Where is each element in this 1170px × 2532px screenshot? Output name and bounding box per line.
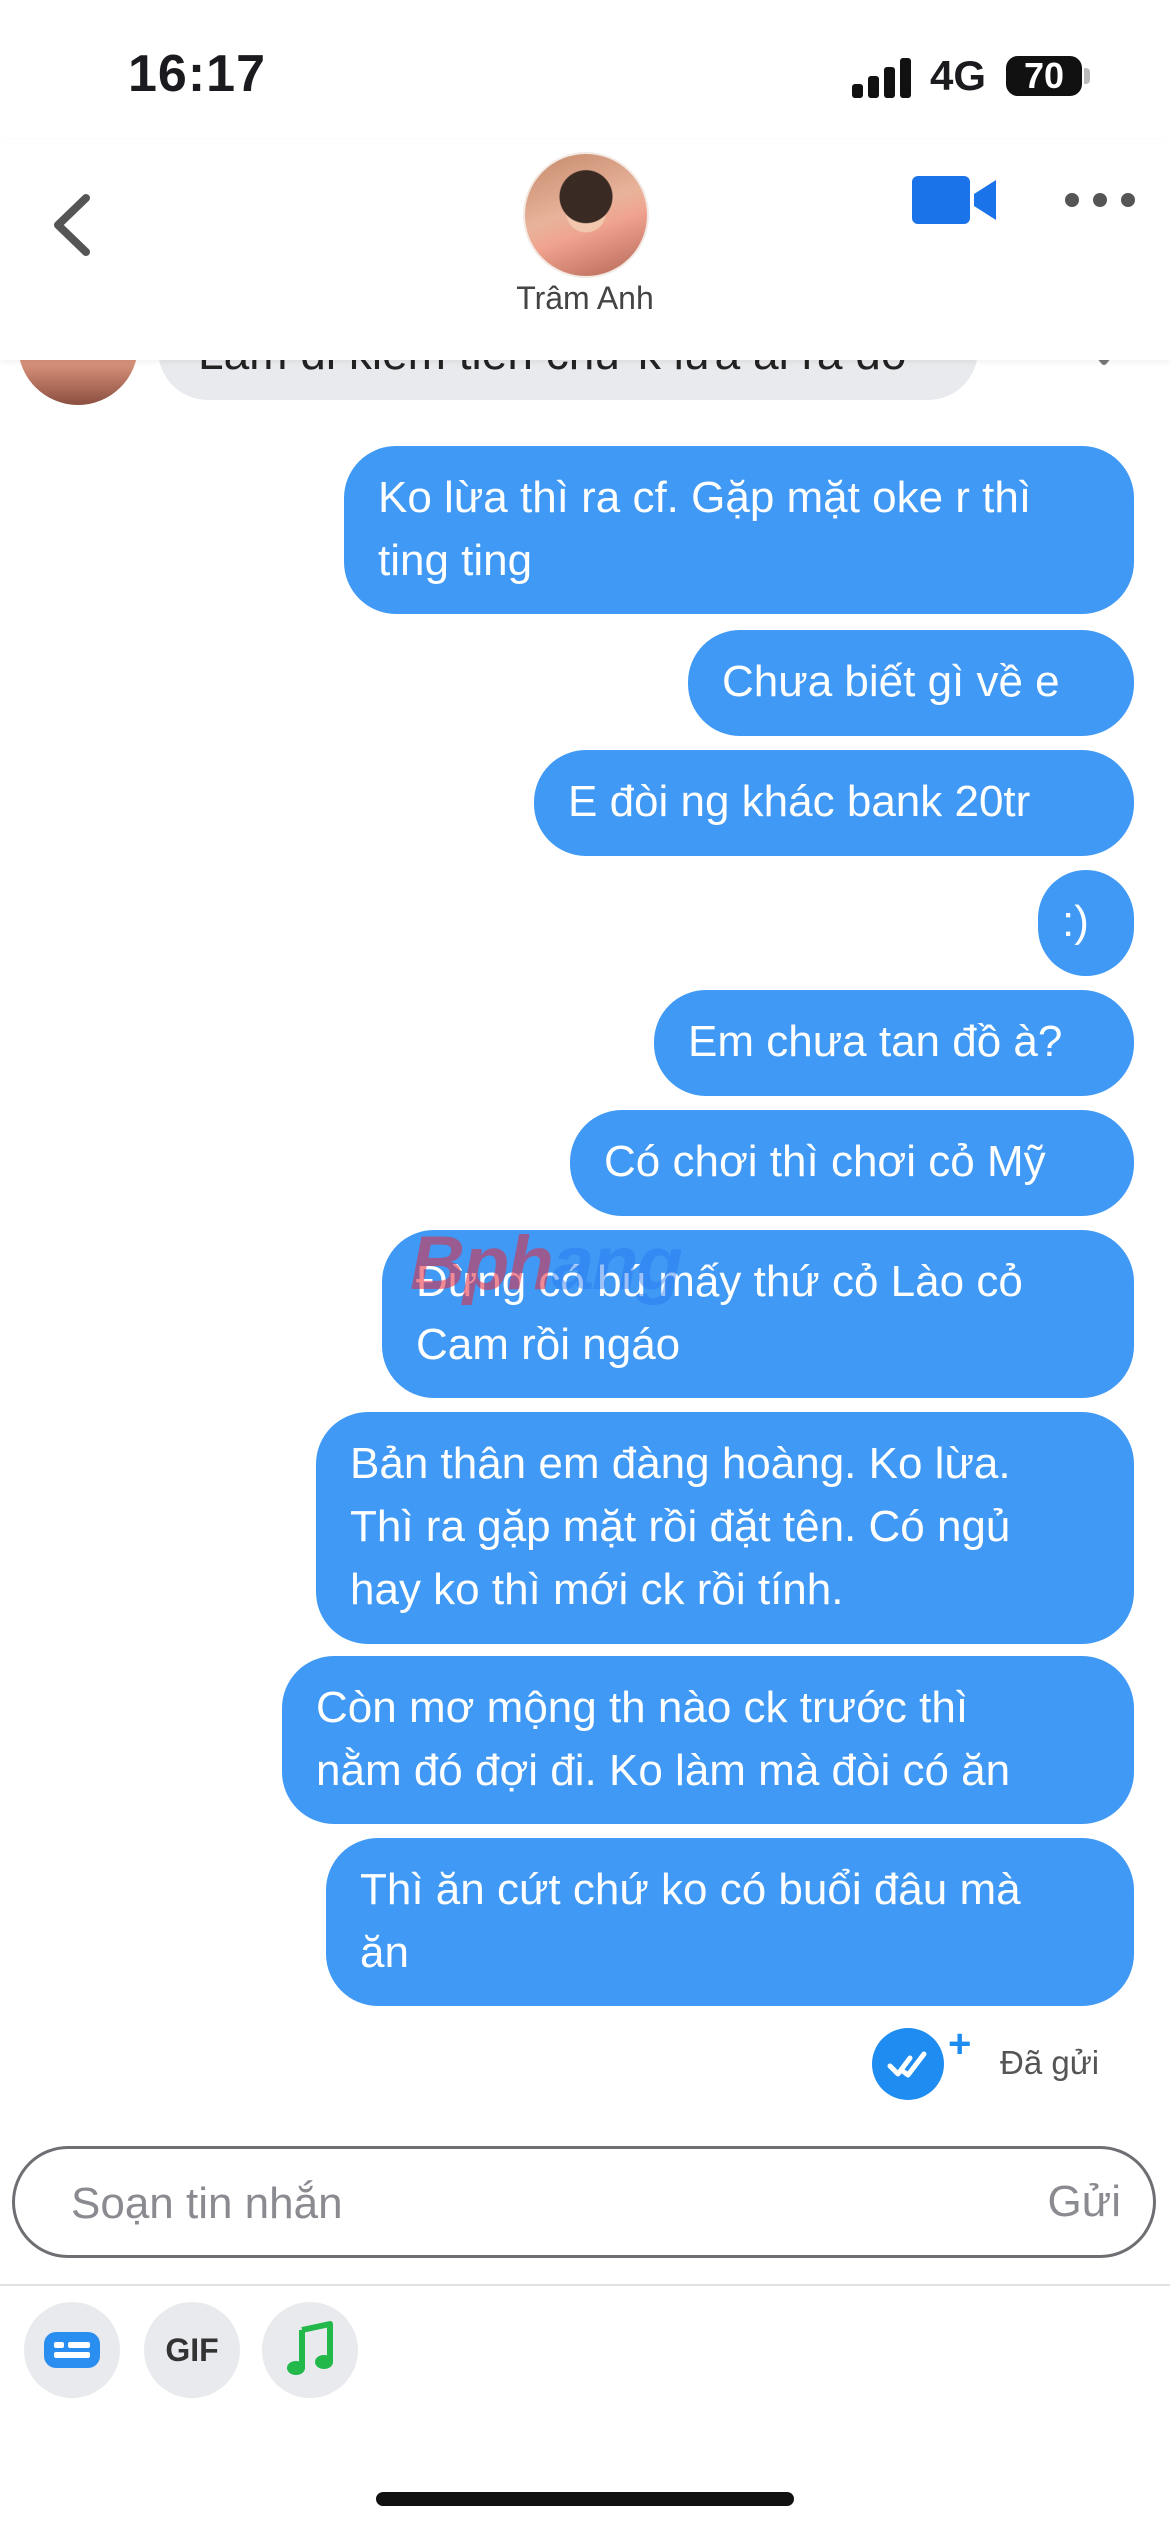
- video-call-button[interactable]: [910, 170, 1000, 230]
- network-type: 4G: [930, 52, 987, 99]
- outgoing-message[interactable]: Đừng có bú mấy thứ cỏ Lào cỏ Cam rồi ngá…: [382, 1230, 1134, 1398]
- outgoing-message[interactable]: Có chơi thì chơi cỏ Mỹ: [570, 1110, 1134, 1216]
- more-options-button[interactable]: [1060, 180, 1140, 220]
- send-button[interactable]: Gửi: [1048, 2177, 1121, 2227]
- sticker-button[interactable]: [24, 2302, 120, 2398]
- outgoing-message[interactable]: E đòi ng khác bank 20tr: [534, 750, 1134, 856]
- gif-button[interactable]: GIF: [144, 2302, 240, 2398]
- outgoing-message[interactable]: :): [1038, 870, 1134, 976]
- contact-avatar[interactable]: [523, 152, 649, 278]
- outgoing-message[interactable]: Ko lừa thì ra cf. Gặp mặt oke r thì ting…: [344, 446, 1134, 614]
- contact-name[interactable]: Trâm Anh: [0, 280, 1170, 317]
- outgoing-message[interactable]: Bản thân em đàng hoàng. Ko lừa. Thì ra g…: [316, 1412, 1134, 1644]
- plus-icon: +: [948, 2022, 972, 2066]
- outgoing-message[interactable]: Thì ăn cứt chứ ko có buổi đâu mà ăn: [326, 1838, 1134, 2006]
- message-input[interactable]: [69, 2171, 973, 2237]
- outgoing-message[interactable]: Chưa biết gì về e: [688, 630, 1134, 736]
- sticker-icon: [44, 2332, 100, 2368]
- toolbar-divider: [0, 2284, 1170, 2286]
- video-camera-icon: [912, 176, 996, 224]
- status-time: 16:17: [128, 45, 266, 103]
- message-composer: Gửi: [12, 2146, 1156, 2258]
- gif-icon: GIF: [165, 2332, 219, 2368]
- message-list[interactable]: Làm đi kiếm tiền chứ k lừa ai rà đó Ko l…: [0, 300, 1170, 2100]
- music-button[interactable]: [262, 2302, 358, 2398]
- status-bar: 16:17 4G 70: [0, 0, 1170, 140]
- outgoing-message[interactable]: Còn mơ mộng th nào ck trước thì nằm đó đ…: [282, 1656, 1134, 1824]
- music-note-icon: [287, 2321, 333, 2375]
- back-button[interactable]: [40, 180, 110, 270]
- sent-status: + Đã gửi: [872, 2022, 1142, 2102]
- chevron-left-icon: [54, 194, 90, 256]
- cellular-signal-icon: [852, 58, 914, 98]
- chat-header: Trâm Anh: [0, 140, 1170, 360]
- double-check-icon: [872, 2028, 944, 2100]
- battery-icon: 70: [1006, 56, 1082, 96]
- battery-tip: [1084, 68, 1090, 84]
- more-horizontal-icon: [1065, 193, 1135, 207]
- home-indicator: [376, 2492, 794, 2506]
- sent-label: Đã gửi: [1000, 2044, 1100, 2081]
- outgoing-message[interactable]: Em chưa tan đồ à?: [654, 990, 1134, 1096]
